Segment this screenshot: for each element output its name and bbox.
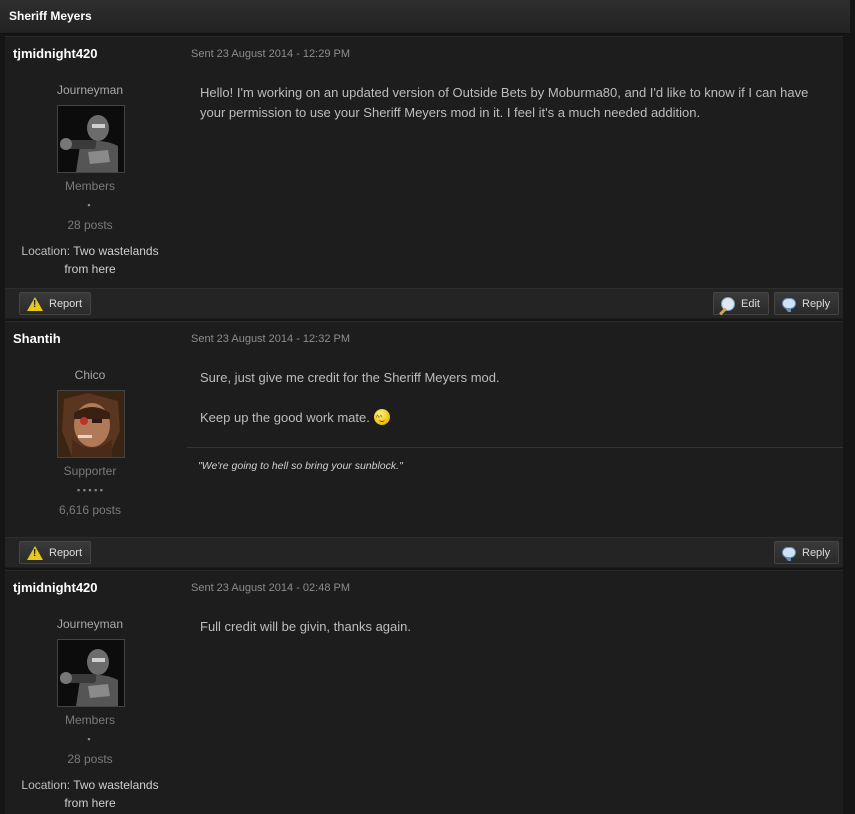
message-line: Sure, just give me credit for the Sherif… — [200, 370, 500, 385]
avatar[interactable] — [57, 390, 125, 458]
user-location: Location: Two wastelands from here — [5, 242, 175, 278]
location-value: Two wastelands — [73, 244, 159, 258]
edit-label: Edit — [741, 297, 760, 310]
report-button[interactable]: Report — [19, 292, 92, 315]
avatar[interactable] — [57, 105, 125, 173]
report-button[interactable]: Report — [19, 541, 92, 564]
post-message: Full credit will be givin, thanks again. — [200, 619, 411, 634]
report-label: Report — [49, 297, 83, 310]
location-label: Location: — [21, 244, 71, 258]
location-label: Location: — [21, 778, 71, 792]
avatar-image — [58, 391, 124, 457]
user-group: Supporter — [63, 464, 117, 478]
reply-button[interactable]: Reply — [774, 292, 840, 315]
post-author[interactable]: tjmidnight420 — [13, 580, 98, 595]
post-author[interactable]: tjmidnight420 — [13, 46, 98, 61]
edit-button[interactable]: Edit — [713, 292, 769, 315]
user-group: Members — [64, 713, 115, 727]
rank-pips: ▪ — [87, 734, 93, 744]
rank-pips: ▪ ▪ ▪ ▪ ▪ — [77, 485, 103, 495]
warning-icon — [27, 296, 43, 311]
warning-icon — [27, 545, 43, 560]
speech-bubble-icon — [782, 298, 796, 312]
avatar[interactable] — [57, 639, 125, 707]
location-value-cont: from here — [64, 796, 116, 810]
user-location: Location: Two wastelands from here — [5, 776, 175, 812]
post-date: Sent 23 August 2014 - 02:48 PM — [191, 582, 351, 594]
avatar-image — [58, 106, 124, 172]
edit-icon — [721, 296, 735, 311]
post-author[interactable]: Shantih — [13, 331, 61, 346]
message-line-2: Keep up the good work mate. — [200, 408, 820, 429]
speech-bubble-icon — [782, 547, 796, 561]
post: tjmidnight420 Sent 23 August 2014 - 12:2… — [5, 36, 843, 319]
signature-divider — [187, 447, 843, 448]
report-label: Report — [49, 546, 83, 559]
post-actions: Report Reply — [5, 537, 843, 567]
post-count: 6,616 posts — [58, 503, 122, 517]
post-message: Sure, just give me credit for the Sherif… — [200, 368, 820, 429]
signature: "We're going to hell so bring your sunbl… — [198, 460, 403, 472]
user-rank: Journeyman — [56, 617, 124, 631]
user-rank: Chico — [74, 368, 106, 382]
message-line-text: Keep up the good work mate. — [200, 410, 370, 425]
location-value-cont: from here — [64, 262, 116, 276]
post-date: Sent 23 August 2014 - 12:32 PM — [191, 333, 351, 345]
post-message: Hello! I'm working on an updated version… — [200, 85, 809, 120]
user-group: Members — [64, 179, 115, 193]
smiley-icon — [373, 409, 390, 429]
reply-label: Reply — [802, 297, 831, 310]
user-rank: Journeyman — [56, 83, 124, 97]
post-count: 28 posts — [67, 218, 113, 232]
post-date: Sent 23 August 2014 - 12:29 PM — [191, 48, 351, 60]
post-actions: Report Edit Reply — [5, 288, 843, 318]
post: tjmidnight420 Sent 23 August 2014 - 02:4… — [5, 570, 843, 814]
location-value: Two wastelands — [73, 778, 159, 792]
topic-header: Sheriff Meyers — [0, 0, 850, 34]
reply-label: Reply — [802, 546, 831, 559]
rank-pips: ▪ — [87, 200, 93, 210]
post: Shantih Sent 23 August 2014 - 12:32 PM C… — [5, 321, 843, 568]
reply-button[interactable]: Reply — [774, 541, 840, 564]
post-count: 28 posts — [67, 752, 113, 766]
topic-title: Sheriff Meyers — [9, 9, 92, 23]
avatar-image — [58, 640, 124, 706]
